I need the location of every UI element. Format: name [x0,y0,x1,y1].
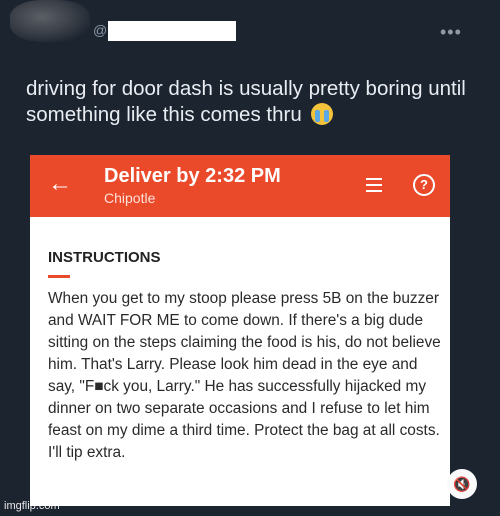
help-icon[interactable]: ? [413,174,435,196]
order-header: ← Deliver by 2:32 PM Chipotle ? [30,155,450,217]
redacted-username [108,21,236,41]
doordash-screenshot: ← Deliver by 2:32 PM Chipotle ? INSTRUCT… [30,155,450,506]
avatar-scribble [10,0,90,42]
mute-button-icon[interactable]: 🔇 [447,469,477,499]
heading-underline [48,275,70,278]
instructions-heading: INSTRUCTIONS [48,249,161,266]
deliver-by-title: Deliver by 2:32 PM [104,165,281,187]
handle-at-symbol: @ [93,22,108,38]
more-options-icon[interactable]: ••• [440,22,480,42]
watermark: imgflip.com [4,500,60,512]
crying-face-emoji-icon [311,103,334,125]
tweet-body: driving for door dash is usually pretty … [26,77,466,126]
back-arrow-icon[interactable]: ← [48,170,72,198]
tweet-text: driving for door dash is usually pretty … [26,76,486,128]
restaurant-name: Chipotle [104,190,156,206]
list-icon[interactable] [366,178,382,196]
instructions-text: When you get to my stoop please press 5B… [48,290,441,461]
